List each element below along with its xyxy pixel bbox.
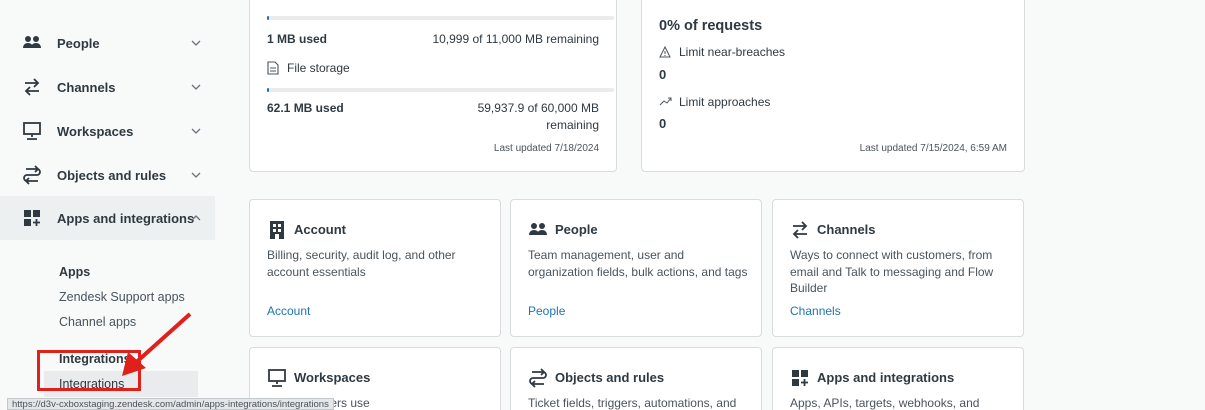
card-title: Workspaces <box>294 370 371 385</box>
main-content: 1 MB used 10,999 of 11,000 MB remaining … <box>215 0 1205 410</box>
file-icon <box>267 61 279 75</box>
data-storage-used: 1 MB used <box>267 32 328 46</box>
status-bar-url: https://d3v-cxboxstaging.zendesk.com/adm… <box>7 398 334 410</box>
channels-icon <box>24 78 40 96</box>
account-link[interactable]: Account <box>267 304 310 318</box>
people-icon <box>529 223 547 235</box>
data-storage-remaining: 10,999 of 11,000 MB remaining <box>432 32 599 46</box>
file-storage-remaining: 59,937.9 of 60,000 MB <box>477 101 599 115</box>
card-description: Billing, security, audit log, and other … <box>267 248 456 279</box>
sidebar-item-label: Workspaces <box>57 123 134 139</box>
people-card[interactable]: People Team management, user and organiz… <box>510 199 762 337</box>
channels-link[interactable]: Channels <box>790 304 841 318</box>
card-title: Channels <box>817 222 876 237</box>
requests-last-updated: Last updated 7/15/2024, 6:59 AM <box>859 143 1007 154</box>
storage-last-updated: Last updated 7/18/2024 <box>493 143 599 154</box>
requests-percent: 0% of requests <box>659 18 763 34</box>
annotation-arrow-icon <box>122 312 192 376</box>
chevron-down-icon <box>191 40 201 46</box>
building-icon <box>270 221 284 239</box>
file-storage-remaining-suffix: remaining <box>546 118 599 132</box>
card-description: Ticket fields, triggers, automations, an… <box>528 396 737 410</box>
apps-integrations-icon <box>792 370 808 386</box>
data-storage-fill <box>267 16 270 20</box>
near-breaches-label: Limit near-breaches <box>679 45 786 59</box>
card-description: Ways to connect with customers, from ema… <box>790 248 994 295</box>
sidebar-item-channels[interactable]: Channels <box>0 65 215 109</box>
data-storage-bar <box>267 16 614 20</box>
limit-approaches-label: Limit approaches <box>679 95 771 109</box>
objects-rules-card[interactable]: Objects and rules Ticket fields, trigger… <box>510 347 762 410</box>
sidebar-item-apps-integrations[interactable]: Apps and integrations <box>0 196 215 240</box>
storage-card: 1 MB used 10,999 of 11,000 MB remaining … <box>249 0 617 172</box>
sidebar-item-label: Channels <box>57 79 116 95</box>
channels-card[interactable]: Channels Ways to connect with customers,… <box>772 199 1024 337</box>
card-description: Team management, user and organization f… <box>528 248 748 279</box>
limit-approaches-value: 0 <box>659 116 667 131</box>
sidebar-item-objects-rules[interactable]: Objects and rules <box>0 153 215 197</box>
people-link[interactable]: People <box>528 304 565 318</box>
card-title: People <box>555 222 598 237</box>
apps-subheading: Apps <box>59 265 91 279</box>
sidebar-item-label: Objects and rules <box>57 167 167 183</box>
near-breaches-value: 0 <box>659 67 667 82</box>
apps-integrations-card[interactable]: Apps and integrations Apps, APIs, target… <box>772 347 1024 410</box>
sidebar-item-workspaces[interactable]: Workspaces <box>0 109 215 153</box>
objects-rules-icon <box>529 368 547 388</box>
card-title: Account <box>294 222 346 237</box>
chevron-down-icon <box>191 172 201 178</box>
account-card[interactable]: Account Billing, security, audit log, an… <box>249 199 501 337</box>
file-storage-bar <box>267 88 614 92</box>
workspaces-icon <box>268 369 286 387</box>
people-icon <box>23 36 41 48</box>
card-title: Apps and integrations <box>817 370 955 385</box>
api-requests-card: 0% of requests Limit near-breaches 0 Lim… <box>641 0 1025 172</box>
objects-rules-icon <box>23 165 41 185</box>
chevron-down-icon <box>191 128 201 134</box>
apps-integrations-icon <box>24 210 40 226</box>
card-description: Apps, APIs, targets, webhooks, and <box>790 396 980 410</box>
file-storage-label: File storage <box>287 61 350 75</box>
chevron-up-icon <box>191 215 201 221</box>
sidebar-item-people[interactable]: People <box>0 21 215 65</box>
sidebar-item-label: People <box>57 35 100 51</box>
sidebar-item-label: Apps and integrations <box>57 210 195 226</box>
card-title: Objects and rules <box>555 370 665 385</box>
file-storage-used: 62.1 MB used <box>267 101 344 115</box>
file-storage-fill <box>267 88 270 92</box>
workspaces-icon <box>23 122 41 140</box>
channels-icon <box>792 221 808 239</box>
chevron-down-icon <box>191 84 201 90</box>
warning-icon <box>659 46 671 58</box>
trend-up-icon <box>659 97 672 106</box>
